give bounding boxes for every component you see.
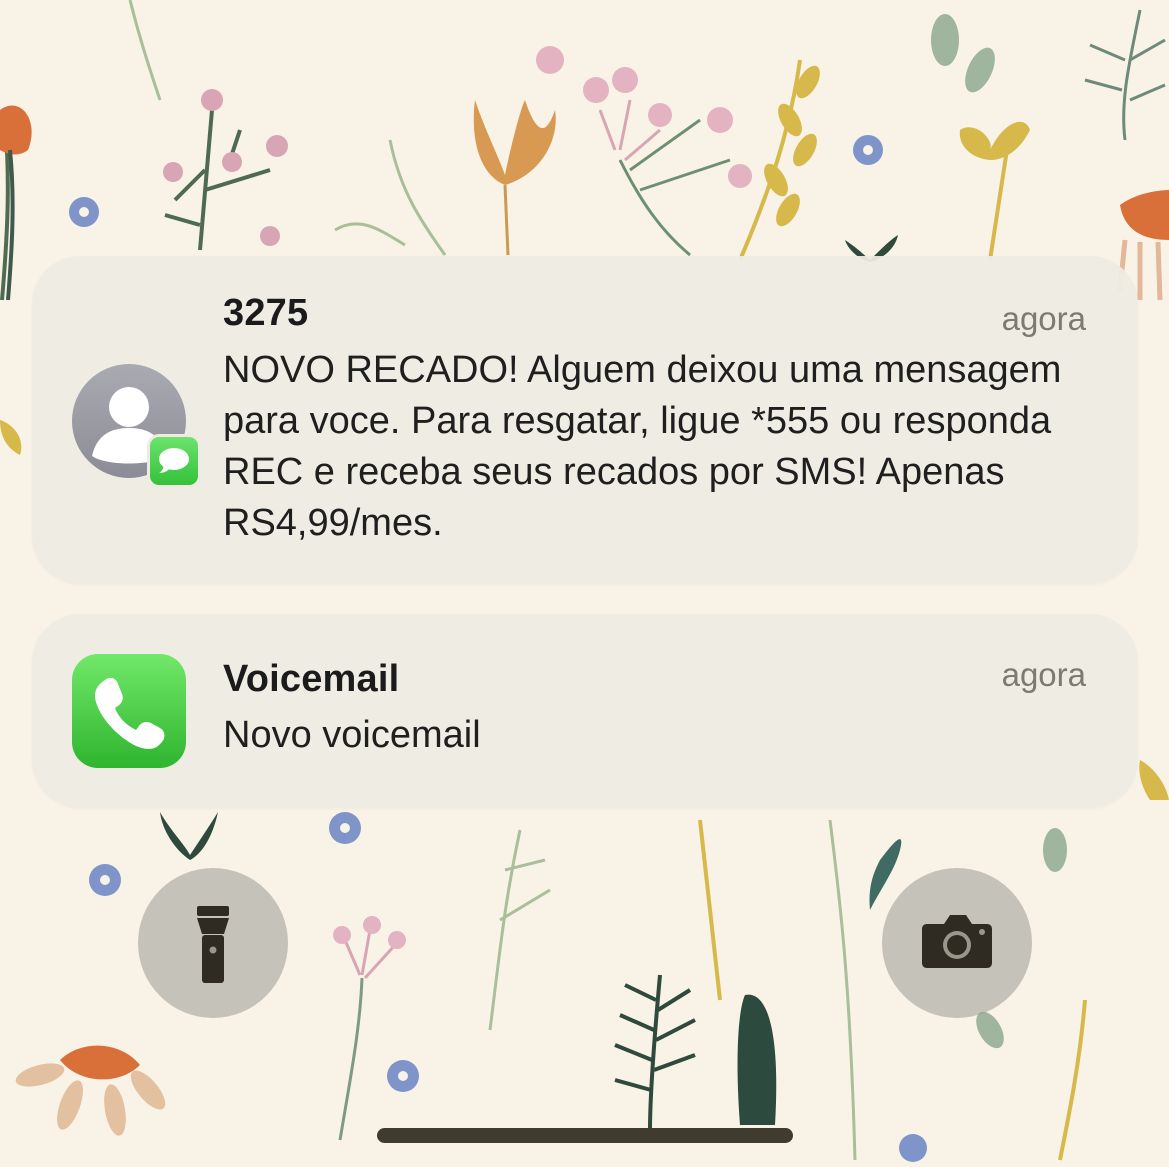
notification-sender: 3275 [223,292,309,334]
notification-sms[interactable]: 3275 agora NOVO RECADO! Alguem deixou um… [32,256,1138,584]
notification-body: Novo voicemail [223,714,481,756]
notification-body: NOVO RECADO! Alguem deixou uma mensagem … [223,349,1062,544]
camera-icon [922,915,992,968]
flashlight-button[interactable] [138,868,288,1018]
camera-button[interactable] [882,868,1032,1018]
notification-time: agora [1001,300,1086,337]
notification-time: agora [1001,656,1086,693]
phone-app-icon [72,654,186,768]
notification-voicemail[interactable]: Voicemail agora Novo voicemail [32,614,1138,808]
flashlight-icon [197,906,229,983]
notification-sender: Voicemail [223,658,400,700]
home-indicator[interactable] [377,1128,793,1143]
messages-badge-icon [147,434,201,488]
